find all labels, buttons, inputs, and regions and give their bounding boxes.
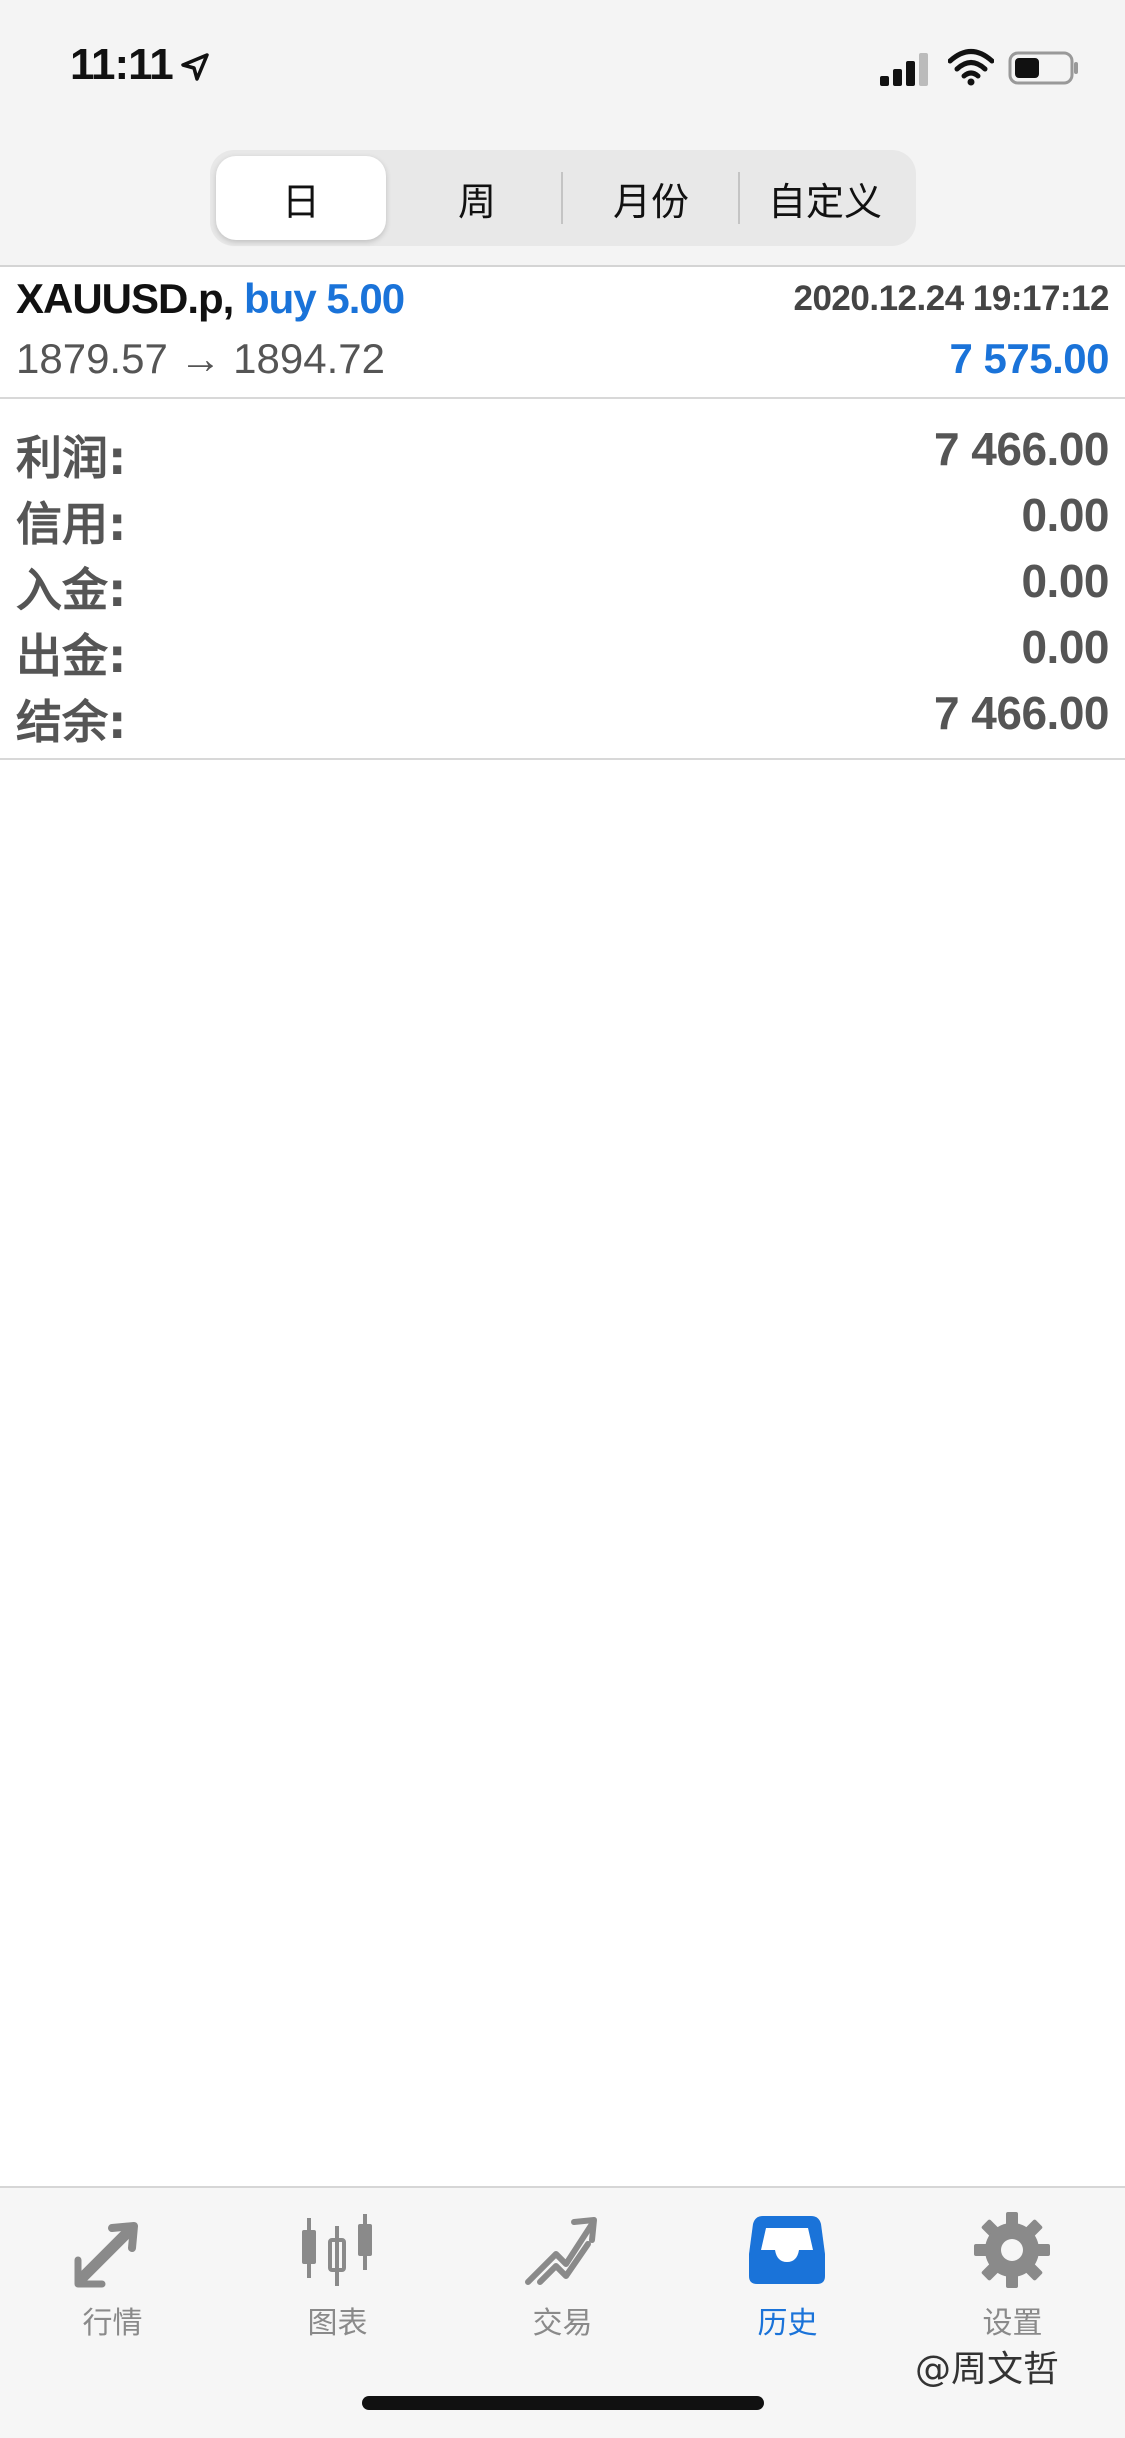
trade-symbol-line: XAUUSD.p, buy 5.00 xyxy=(16,275,405,323)
trade-profit: 7 575.00 xyxy=(949,335,1110,382)
summary-row-withdrawal: 出金: 0.00 xyxy=(0,614,1125,683)
header-area: 11:11 日 周 月份 自定义 xyxy=(0,0,1125,267)
trade-record[interactable]: XAUUSD.p, buy 5.00 2020.12.24 19:17:12 1… xyxy=(0,267,1125,399)
tab-label: 图表 xyxy=(307,2306,368,2341)
account-summary: 利润: 7 466.00 信用: 0.00 入金: 0.00 出金: 0.00 … xyxy=(0,400,1125,760)
tab-chart[interactable]: 图表 xyxy=(225,2202,450,2352)
tab-trade[interactable]: 交易 xyxy=(450,2202,675,2352)
location-arrow-icon xyxy=(181,53,209,81)
summary-value: 0.00 xyxy=(1021,489,1109,541)
tab-history[interactable]: 历史 xyxy=(675,2202,900,2352)
tab-quotes[interactable]: 行情 xyxy=(0,2202,225,2352)
trade-prices: 1879.57 → 1894.72 xyxy=(16,335,385,382)
status-time: 11:11 xyxy=(70,40,174,89)
summary-row-balance: 结余: 7 466.00 xyxy=(0,680,1125,749)
summary-label: 利润: xyxy=(16,431,127,485)
history-inbox-icon xyxy=(749,2216,825,2284)
summary-value: 7 466.00 xyxy=(933,423,1110,475)
gear-icon xyxy=(974,2212,1050,2288)
summary-value: 7 466.00 xyxy=(933,687,1110,739)
tab-label: 历史 xyxy=(757,2306,818,2341)
summary-value: 0.00 xyxy=(1021,621,1109,673)
wifi-icon xyxy=(948,49,994,86)
tab-custom[interactable]: 自定义 xyxy=(740,156,910,240)
tab-label: 行情 xyxy=(82,2306,143,2341)
cellular-signal-icon xyxy=(880,53,928,86)
tab-week[interactable]: 周 xyxy=(392,156,562,240)
summary-label: 结余: xyxy=(16,695,127,749)
trade-arrow-icon xyxy=(525,2217,597,2285)
home-indicator[interactable] xyxy=(362,2396,764,2410)
summary-row-profit: 利润: 7 466.00 xyxy=(0,416,1125,485)
summary-label: 信用: xyxy=(16,497,127,551)
summary-row-credit: 信用: 0.00 xyxy=(0,482,1125,551)
tab-month[interactable]: 月份 xyxy=(566,156,736,240)
summary-label: 出金: xyxy=(16,629,127,683)
weibo-watermark: @周文哲 xyxy=(915,2349,1060,2390)
summary-row-deposit: 入金: 0.00 xyxy=(0,548,1125,617)
trade-side-volume: buy 5.00 xyxy=(244,275,405,322)
tab-day[interactable]: 日 xyxy=(216,156,386,240)
tab-label: 交易 xyxy=(532,2306,593,2341)
summary-value: 0.00 xyxy=(1021,555,1109,607)
tab-label: 设置 xyxy=(982,2306,1043,2341)
battery-icon xyxy=(1008,51,1078,85)
candlestick-chart-icon xyxy=(302,2214,372,2286)
summary-label: 入金: xyxy=(16,563,127,617)
quotes-arrows-icon xyxy=(74,2222,138,2288)
period-segmented-control: 日 周 月份 自定义 xyxy=(210,150,916,246)
tab-settings[interactable]: 设置 xyxy=(900,2202,1125,2352)
trade-datetime: 2020.12.24 19:17:12 xyxy=(793,279,1110,318)
trade-symbol: XAUUSD.p, xyxy=(16,275,234,322)
